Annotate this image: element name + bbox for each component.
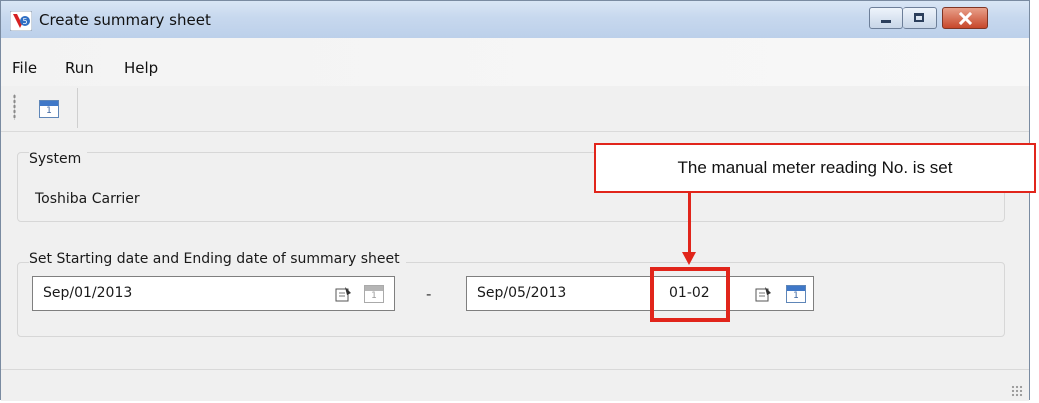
start-date-calendar-icon[interactable]: 1 [364,285,384,303]
close-icon [959,12,972,25]
toolbar-grip[interactable] [13,94,16,120]
menu-run[interactable]: Run [65,59,94,77]
toolbar: 1 [1,86,1029,132]
end-date-edit-icon[interactable] [755,286,773,302]
end-date-field[interactable]: Sep/05/2013 [466,276,644,311]
maximize-button[interactable] [903,7,937,29]
annotation-text: The manual meter reading No. is set [677,158,953,177]
annotation-arrow-head [682,252,696,265]
minimize-button[interactable] [869,7,903,29]
calendar-icon: 1 [39,100,59,118]
title-bar: 5 Create summary sheet [1,1,1029,39]
date-range-group-title: Set Starting date and Ending date of sum… [29,251,406,267]
annotation-callout: The manual meter reading No. is set [594,143,1036,193]
end-date-value: Sep/05/2013 [477,285,567,301]
start-date-value: Sep/01/2013 [43,285,133,301]
minimize-icon [881,20,891,23]
menu-bar: File Run Help [1,38,1029,86]
status-bar [1,369,1029,401]
menu-file[interactable]: File [12,59,37,77]
system-group-title: System [29,151,88,167]
close-button[interactable] [942,7,988,29]
end-date-calendar-icon[interactable]: 1 [786,285,806,303]
meter-reading-highlight [650,267,730,322]
svg-text:5: 5 [22,17,27,26]
toolbar-calendar-button[interactable]: 1 [23,88,78,128]
date-separator: - [426,285,432,303]
system-value: Toshiba Carrier [35,191,140,207]
menu-help[interactable]: Help [124,59,158,77]
window-title: Create summary sheet [39,11,211,29]
resize-grip-icon[interactable] [1011,385,1023,397]
annotation-arrow-line [688,193,691,253]
app-logo-icon: 5 [10,11,32,31]
create-summary-sheet-window: 5 Create summary sheet File Run Help 1 S… [0,0,1030,401]
start-date-edit-icon[interactable] [335,286,353,302]
maximize-icon [914,13,924,22]
